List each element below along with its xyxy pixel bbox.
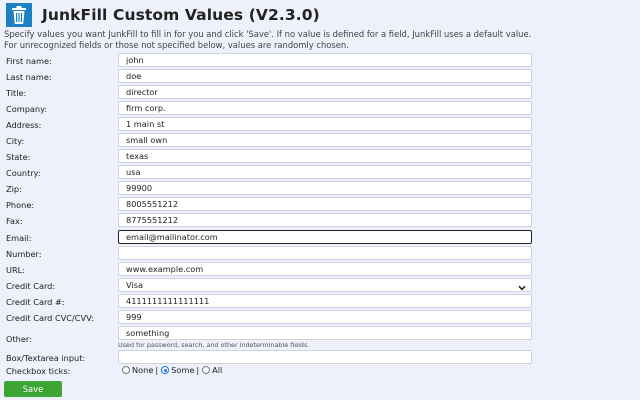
credit-card-number-input[interactable] [118, 294, 532, 308]
first-name-input[interactable] [118, 53, 532, 67]
radio-all[interactable] [202, 366, 211, 374]
credit-card-label: Credit Card: [6, 281, 56, 291]
company-input[interactable] [118, 101, 532, 115]
number-input[interactable] [118, 246, 532, 260]
address-input[interactable] [118, 117, 532, 131]
last-name-label: Last name: [6, 72, 52, 82]
radio-none[interactable] [122, 366, 130, 374]
phone-label: Phone: [6, 200, 35, 210]
other-hint: Used for password, search, and other ind… [118, 341, 310, 349]
radio-none-label: None [132, 365, 154, 375]
checkbox-ticks-label: Checkbox ticks: [6, 366, 71, 376]
separator: | [155, 365, 159, 375]
credit-card-cvc-input[interactable] [118, 310, 532, 324]
credit-card-cvc-label: Credit Card CVC/CVV: [6, 313, 94, 323]
fax-label: Fax: [6, 216, 23, 226]
header: JunkFill Custom Values (V2.3.0) [4, 2, 320, 28]
description-line: Specify values you want JunkFill to fill… [4, 29, 532, 39]
description: Specify values you want JunkFill to fill… [4, 29, 636, 50]
title-input[interactable] [118, 85, 532, 99]
radio-some[interactable] [161, 366, 170, 374]
last-name-input[interactable] [118, 69, 532, 83]
phone-input[interactable] [118, 197, 532, 211]
company-label: Company: [6, 104, 48, 114]
chevron-down-icon [518, 282, 526, 291]
url-label: URL: [6, 265, 26, 275]
textarea-input[interactable] [118, 350, 532, 364]
other-label: Other: [6, 334, 32, 344]
radio-some-label: Some [171, 365, 195, 375]
other-input[interactable] [118, 326, 532, 340]
checkbox-ticks-radio-group: None | Some | All [122, 365, 222, 375]
credit-card-select-value: Visa [126, 280, 143, 290]
url-input[interactable] [118, 262, 532, 276]
radio-all-label: All [212, 365, 223, 375]
page-title: JunkFill Custom Values (V2.3.0) [42, 6, 320, 24]
city-label: City: [6, 136, 25, 146]
address-label: Address: [6, 120, 42, 130]
zip-input[interactable] [118, 181, 532, 195]
country-input[interactable] [118, 165, 532, 179]
email-input[interactable] [118, 230, 532, 244]
country-label: Country: [6, 168, 41, 178]
title-label: Title: [6, 88, 27, 98]
trash-can-logo-icon [4, 3, 34, 27]
save-button[interactable]: Save [4, 381, 62, 397]
first-name-label: First name: [6, 56, 52, 66]
state-label: State: [6, 152, 31, 162]
separator: | [196, 365, 200, 375]
email-label: Email: [6, 233, 32, 243]
state-input[interactable] [118, 149, 532, 163]
textarea-label: Box/Textarea input: [6, 353, 86, 363]
number-label: Number: [6, 249, 42, 259]
credit-card-select[interactable]: Visa [118, 278, 532, 292]
description-line: For unrecognized fields or those not spe… [4, 39, 349, 50]
zip-label: Zip: [6, 184, 22, 194]
fax-input[interactable] [118, 213, 532, 227]
city-input[interactable] [118, 133, 532, 147]
credit-card-number-label: Credit Card #: [6, 297, 65, 307]
